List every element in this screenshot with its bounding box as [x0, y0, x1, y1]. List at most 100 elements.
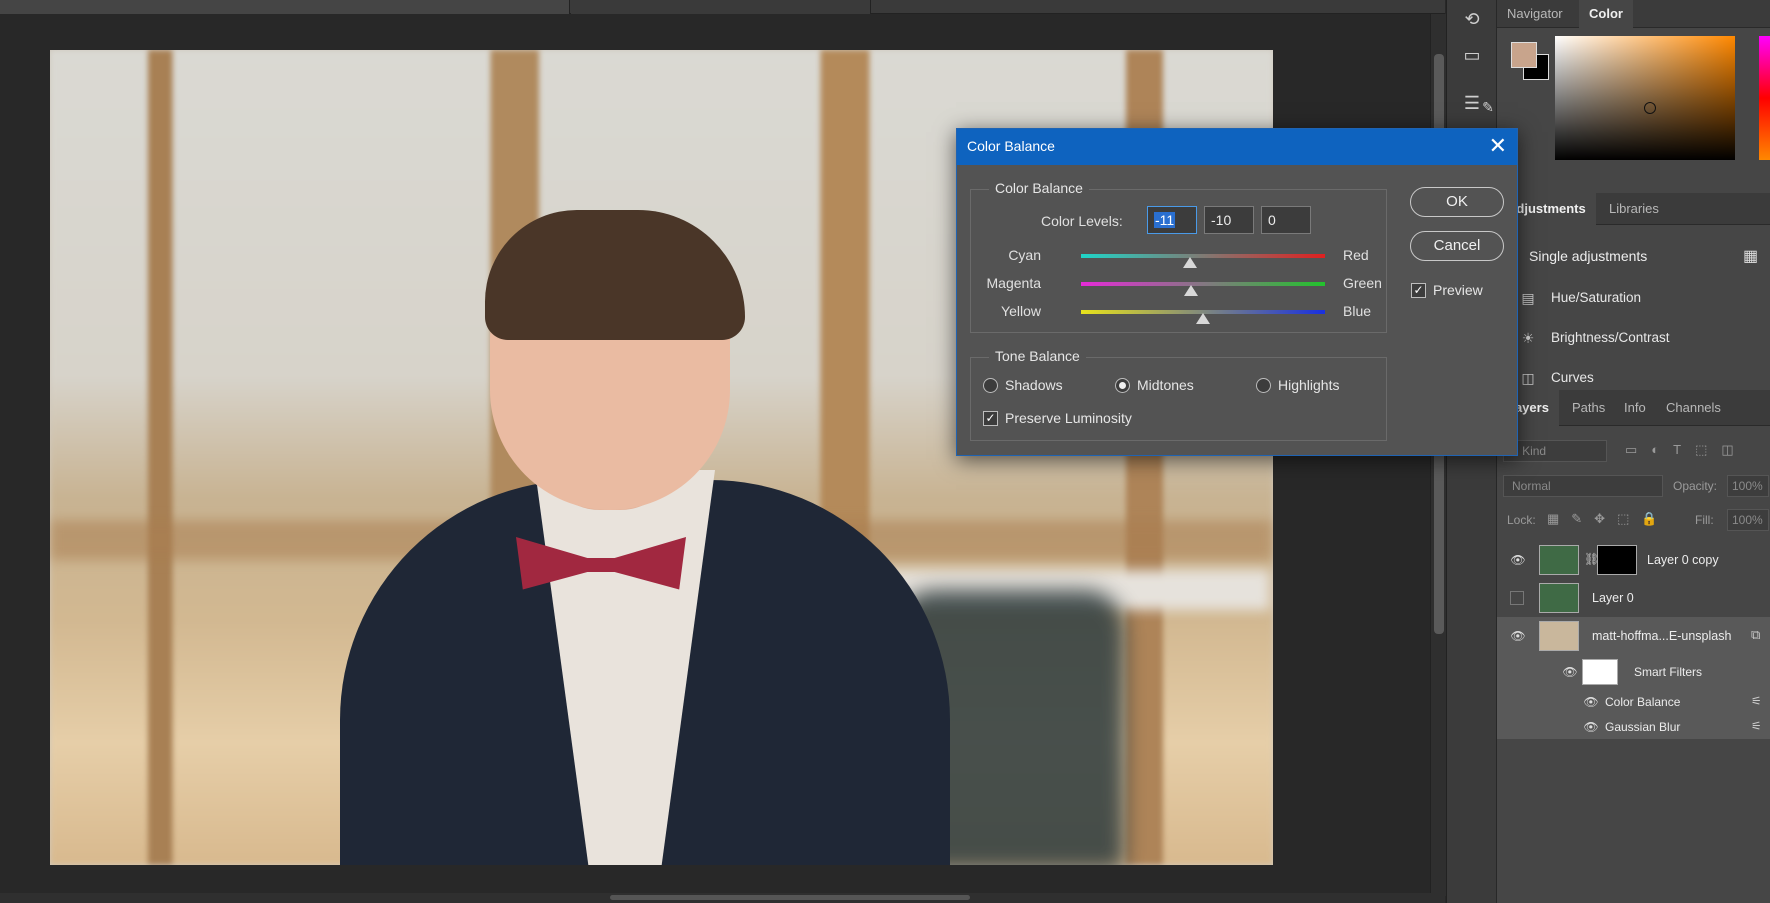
lock-label: Lock: — [1507, 513, 1536, 527]
tab-info[interactable]: Info — [1614, 390, 1656, 426]
adjustment-label: Curves — [1551, 370, 1594, 385]
slider-handle[interactable] — [1183, 285, 1198, 296]
color-picker-field[interactable] — [1555, 36, 1735, 160]
radio-label[interactable]: Shadows — [1005, 377, 1063, 393]
yellow-blue-slider[interactable] — [1081, 310, 1325, 324]
canvas-horizontal-scrollbar[interactable] — [0, 893, 1445, 903]
tone-balance-group: Tone Balance Shadows Midtones Highlights… — [970, 348, 1387, 441]
adjustments-panel-body: ⌄ Single adjustments ▦ ▤Hue/Saturation ☀… — [1497, 226, 1770, 390]
cyan-red-slider[interactable] — [1081, 254, 1325, 268]
lock-icons[interactable]: ▦✎✥⬚🔒 — [1547, 511, 1670, 527]
hue-slider[interactable] — [1759, 36, 1770, 160]
dialog-titlebar[interactable]: Color Balance ✕ — [957, 129, 1517, 165]
slider-left-label: Magenta — [986, 275, 1041, 291]
cancel-button[interactable]: Cancel — [1410, 231, 1504, 261]
brightness-contrast-icon: ☀ — [1521, 330, 1535, 347]
tab-paths[interactable]: Paths — [1562, 390, 1615, 426]
document-tab-strip — [0, 0, 1445, 14]
smart-object-icon: ⧉ — [1751, 627, 1761, 642]
layer-row-selected[interactable]: 👁 matt-hoffma...E-unsplash ⧉ — [1497, 617, 1770, 655]
adjustment-label: Hue/Saturation — [1551, 290, 1642, 305]
magenta-green-slider[interactable] — [1081, 282, 1325, 296]
layer-mask-thumbnail[interactable] — [1597, 545, 1637, 575]
radio-label[interactable]: Highlights — [1278, 377, 1339, 393]
smart-filter-mask-thumbnail[interactable] — [1582, 659, 1618, 685]
document-tab-active[interactable] — [0, 0, 570, 14]
layer-name[interactable]: Layer 0 copy — [1647, 553, 1719, 567]
opacity-label: Opacity: — [1673, 479, 1718, 493]
filter-options-icon[interactable]: ⚟ — [1751, 719, 1762, 733]
filter-name[interactable]: Gaussian Blur — [1605, 720, 1680, 734]
eye-icon[interactable]: 👁 — [1583, 695, 1599, 709]
slider-handle[interactable] — [1182, 257, 1197, 268]
opacity-field[interactable]: 100% — [1727, 475, 1769, 497]
layer-thumbnail — [1539, 621, 1579, 651]
layer-filter-kind[interactable]: ⌕ Kind — [1503, 440, 1607, 462]
color-picker-ring[interactable] — [1644, 102, 1656, 114]
slider-right-label: Red — [1343, 247, 1369, 263]
checkbox-label[interactable]: Preserve Luminosity — [1005, 410, 1132, 426]
color-balance-dialog: Color Balance ✕ Color Balance Color Leve… — [956, 128, 1518, 456]
horizontal-scroll-thumb[interactable] — [610, 895, 970, 900]
eye-icon[interactable]: 👁 — [1583, 720, 1599, 734]
layer-filter-icons[interactable]: ▭◐T⬚◫ — [1625, 442, 1748, 458]
dialog-title: Color Balance — [967, 138, 1055, 154]
layer-row[interactable]: Layer 0 — [1497, 579, 1770, 617]
close-icon[interactable]: ✕ — [1489, 133, 1507, 159]
adjustment-label: Brightness/Contrast — [1551, 330, 1670, 345]
radio-midtones[interactable] — [1115, 378, 1130, 393]
filter-name[interactable]: Color Balance — [1605, 695, 1680, 709]
color-level-yellow-blue-input[interactable]: 0 — [1261, 206, 1311, 234]
preview-checkbox[interactable]: ✓ — [1411, 283, 1426, 298]
color-levels-label: Color Levels: — [1041, 213, 1123, 229]
color-level-cyan-red-input[interactable]: -11 — [1147, 206, 1197, 234]
grid-view-icon[interactable]: ▦ — [1743, 246, 1758, 266]
blend-mode-select[interactable]: Normal — [1503, 475, 1663, 497]
tab-color[interactable]: Color — [1579, 0, 1633, 28]
color-panel-tabs: Navigator Color — [1497, 0, 1770, 28]
radio-label[interactable]: Midtones — [1137, 377, 1194, 393]
preserve-luminosity-checkbox[interactable]: ✓ — [983, 411, 998, 426]
document-tab-inactive[interactable] — [571, 0, 871, 14]
ok-button[interactable]: OK — [1410, 187, 1504, 217]
tab-navigator[interactable]: Navigator — [1497, 0, 1573, 28]
group-label: Color Balance — [989, 180, 1089, 196]
layer-name[interactable]: matt-hoffma...E-unsplash — [1592, 629, 1731, 643]
smart-filters-group[interactable]: 👁 Smart Filters 👁 Color Balance ⚟ 👁 Gaus… — [1497, 655, 1770, 739]
adjustments-panel-tabs: Adjustments Libraries — [1497, 193, 1770, 225]
fill-label: Fill: — [1695, 513, 1714, 527]
color-level-magenta-green-input[interactable]: -10 — [1204, 206, 1254, 234]
layer-row[interactable]: 👁 ⛓ Layer 0 copy — [1497, 541, 1770, 579]
layers-empty-area — [1497, 739, 1770, 903]
layer-thumbnail — [1539, 583, 1579, 613]
slider-left-label: Yellow — [1001, 303, 1041, 319]
adjustment-curves[interactable]: ◫ Curves — [1517, 366, 1594, 386]
right-panel-dock: Navigator Color Adjustments Libraries ⌄ … — [1497, 0, 1770, 903]
layer-thumbnail — [1539, 545, 1579, 575]
eye-icon[interactable]: 👁 — [1562, 665, 1578, 679]
hue-saturation-icon: ▤ — [1521, 290, 1535, 307]
slider-handle[interactable] — [1196, 313, 1210, 324]
preview-label[interactable]: Preview — [1433, 282, 1483, 298]
slider-left-label: Cyan — [1008, 247, 1041, 263]
adjustment-hue-saturation[interactable]: ▤ Hue/Saturation — [1517, 286, 1641, 310]
group-label: Tone Balance — [989, 348, 1086, 364]
slider-right-label: Blue — [1343, 303, 1372, 319]
adjustment-brightness-contrast[interactable]: ☀ Brightness/Contrast — [1517, 326, 1670, 350]
tab-channels[interactable]: Channels — [1656, 390, 1731, 426]
color-balance-group: Color Balance Color Levels: -11 -10 0 Cy… — [970, 180, 1387, 333]
radio-highlights[interactable] — [1256, 378, 1271, 393]
kind-label: Kind — [1522, 444, 1547, 458]
filter-options-icon[interactable]: ⚟ — [1751, 694, 1762, 708]
eye-icon[interactable]: 👁 — [1510, 629, 1526, 643]
layer-name[interactable]: Layer 0 — [1592, 591, 1634, 605]
eye-icon[interactable]: 👁 — [1510, 553, 1526, 567]
section-label[interactable]: Single adjustments — [1529, 248, 1647, 264]
history-icon[interactable]: ⟲ — [1459, 6, 1485, 32]
radio-shadows[interactable] — [983, 378, 998, 393]
fill-field[interactable]: 100% — [1727, 509, 1769, 531]
visibility-toggle-off[interactable] — [1510, 591, 1524, 605]
tab-libraries[interactable]: Libraries — [1599, 193, 1669, 225]
comments-icon[interactable]: ▭ — [1459, 42, 1485, 68]
foreground-color-swatch[interactable] — [1511, 42, 1537, 68]
